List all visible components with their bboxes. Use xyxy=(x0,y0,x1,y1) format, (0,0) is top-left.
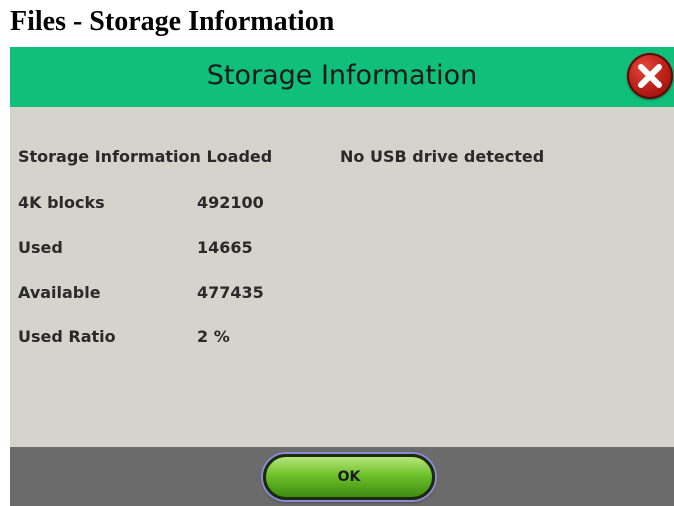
used-ratio-value: 2 % xyxy=(197,327,230,346)
available-value: 477435 xyxy=(197,283,264,302)
page-title: Files - Storage Information xyxy=(10,6,335,37)
close-icon xyxy=(638,64,662,88)
storage-information-dialog: Storage Information Storage Information … xyxy=(10,47,674,506)
dialog-title: Storage Information xyxy=(206,60,478,91)
dialog-titlebar: Storage Information xyxy=(10,47,674,107)
ok-button[interactable]: OK xyxy=(263,454,435,500)
usb-status-text: No USB drive detected xyxy=(340,147,545,166)
status-text: Storage Information Loaded xyxy=(18,147,273,166)
blocks-label: 4K blocks xyxy=(18,193,105,212)
dialog-footer: OK xyxy=(10,447,674,506)
available-label: Available xyxy=(18,283,101,302)
used-label: Used xyxy=(18,238,63,257)
close-button[interactable] xyxy=(627,53,673,99)
blocks-value: 492100 xyxy=(197,193,264,212)
used-value: 14665 xyxy=(197,238,253,257)
used-ratio-label: Used Ratio xyxy=(18,327,116,346)
